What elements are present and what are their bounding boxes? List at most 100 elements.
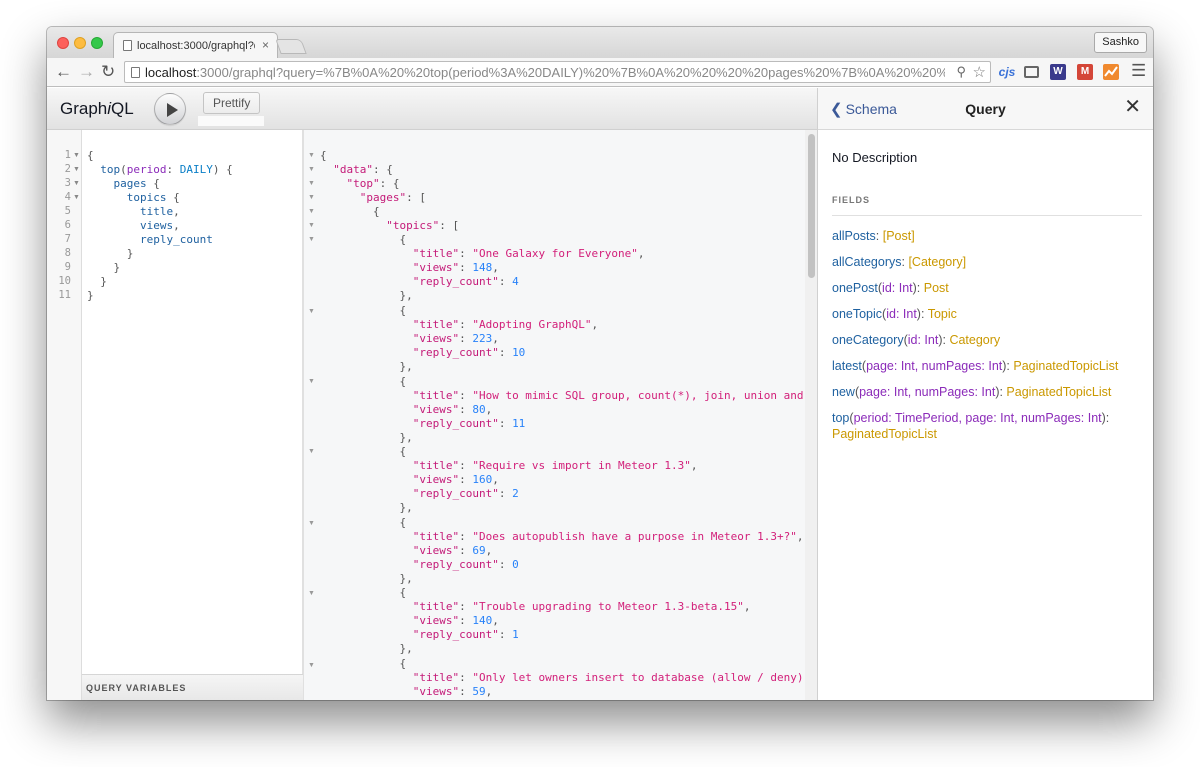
schema-back-link[interactable]: ❮ Schema xyxy=(830,100,897,118)
profile-button[interactable]: Sashko xyxy=(1094,32,1147,53)
doc-field-onePost[interactable]: onePost(id: Int): Post xyxy=(832,280,1142,296)
result-line: "title": "Require vs import in Meteor 1.… xyxy=(412,459,698,472)
fold-arrow-icon[interactable]: ▼ xyxy=(308,194,315,201)
doc-field-oneCategory[interactable]: oneCategory(id: Int): Category xyxy=(832,332,1142,348)
query-editor[interactable]: 1 2 3 4 5 6 7 8 9 10 11 ▼ ▼ ▼ ▼ { top(pe… xyxy=(47,130,303,700)
result-line: "views": 69, xyxy=(412,544,493,557)
line-number: 6 xyxy=(64,219,71,231)
doc-field-allCategorys[interactable]: allCategorys: [Category] xyxy=(832,254,1142,270)
cjs-extension-icon[interactable]: cjs xyxy=(997,64,1017,80)
close-window-button[interactable] xyxy=(57,37,69,49)
fold-arrow-icon[interactable]: ▼ xyxy=(308,308,315,315)
browser-tab[interactable]: localhost:3000/graphql?qu × xyxy=(113,32,278,59)
type-description: No Description xyxy=(832,150,918,165)
page-icon xyxy=(131,67,140,78)
forward-arrow-icon[interactable]: → xyxy=(78,62,95,82)
result-line: { xyxy=(320,205,380,218)
tab-strip: localhost:3000/graphql?qu × Sashko xyxy=(47,27,1153,59)
result-line: }, xyxy=(320,360,413,373)
doc-field-latest[interactable]: latest(page: Int, numPages: Int): Pagina… xyxy=(832,358,1142,374)
line-number-gutter: 1 2 3 4 5 6 7 8 9 10 11 ▼ ▼ ▼ ▼ xyxy=(47,130,82,700)
graphiql-topbar: GraphiQL Prettify xyxy=(47,88,817,130)
topic-reply-count-value: 2 xyxy=(512,487,519,500)
docs-explorer: Query ❮ Schema ✕ No Description FIELDS al… xyxy=(817,88,1153,700)
query-code-line: title, xyxy=(139,205,180,218)
result-line: { xyxy=(320,657,407,670)
result-line: }, xyxy=(320,431,413,444)
fold-arrow-icon[interactable]: ▼ xyxy=(308,236,315,243)
query-code-line: { xyxy=(87,149,94,162)
fold-arrow-icon[interactable]: ▼ xyxy=(308,180,315,187)
fold-arrow-icon[interactable]: ▼ xyxy=(308,208,315,215)
hamburger-menu-icon[interactable]: ☰ xyxy=(1131,61,1146,81)
gmail-extension-icon[interactable]: M xyxy=(1077,64,1093,80)
result-line: { xyxy=(320,149,327,162)
line-number: 7 xyxy=(64,233,71,245)
result-line: "top": { xyxy=(346,177,400,190)
doc-field-new[interactable]: new(page: Int, numPages: Int): Paginated… xyxy=(832,384,1142,400)
fold-arrow-icon[interactable]: ▼ xyxy=(308,448,315,455)
doc-field-allPosts[interactable]: allPosts: [Post] xyxy=(832,228,1142,244)
result-line: "views": 148, xyxy=(412,261,499,274)
star-icon[interactable]: ☆ xyxy=(973,63,986,81)
topic-views-value: 160 xyxy=(472,473,493,486)
minimize-window-button[interactable] xyxy=(74,37,86,49)
result-viewer: ▼ ▼ ▼ ▼ ▼ ▼ ▼ ▼ ▼ ▼ ▼ ▼ ▼ { "data": { "t… xyxy=(303,130,817,700)
query-code-line: } xyxy=(87,289,94,302)
address-bar[interactable]: localhost:3000/graphql?query=%7B%0A%20%2… xyxy=(124,61,991,83)
result-line: "views": 223, xyxy=(412,332,499,345)
play-icon xyxy=(167,103,178,117)
fold-arrow-icon[interactable]: ▼ xyxy=(73,166,80,173)
fold-arrow-icon[interactable]: ▼ xyxy=(308,378,315,385)
query-variables-toggle[interactable]: QUERY VARIABLES xyxy=(82,674,303,700)
query-code-line: views, xyxy=(139,219,180,232)
execute-query-button[interactable] xyxy=(154,93,186,125)
close-icon[interactable]: ✕ xyxy=(1124,97,1141,117)
fold-arrow-icon[interactable]: ▼ xyxy=(73,180,80,187)
result-line: "title": "Trouble upgrading to Meteor 1.… xyxy=(412,600,751,613)
reload-icon[interactable]: ↻ xyxy=(101,62,115,82)
w-extension-icon[interactable]: W xyxy=(1050,64,1066,80)
url-text[interactable]: localhost:3000/graphql?query=%7B%0A%20%2… xyxy=(145,65,945,80)
result-line: "reply_count": 2 xyxy=(412,487,519,500)
fold-arrow-icon[interactable]: ▼ xyxy=(308,152,315,159)
result-line: "reply_count": 10 xyxy=(412,346,526,359)
topic-title-value: "Only let owners insert to database (all… xyxy=(472,671,811,684)
topic-title-value: "Does autopublish have a purpose in Mete… xyxy=(472,530,797,543)
chevron-left-icon: ❮ xyxy=(830,101,843,118)
doc-field-oneTopic[interactable]: oneTopic(id: Int): Topic xyxy=(832,306,1142,322)
result-line: { xyxy=(320,445,407,458)
cast-icon[interactable] xyxy=(1024,66,1039,78)
tab-close-icon[interactable]: × xyxy=(262,38,269,52)
result-line: { xyxy=(320,375,407,388)
result-line: }, xyxy=(320,501,413,514)
fold-arrow-icon[interactable]: ▼ xyxy=(308,222,315,229)
result-scrollbar[interactable] xyxy=(805,130,817,700)
maximize-window-button[interactable] xyxy=(91,37,103,49)
result-line: "views": 140, xyxy=(412,614,499,627)
tab-title: localhost:3000/graphql?qu xyxy=(137,40,255,52)
topic-views-value: 59 xyxy=(472,685,486,698)
query-code-line: topics { xyxy=(126,191,180,204)
fold-arrow-icon[interactable]: ▼ xyxy=(308,662,315,669)
result-line: "views": 160, xyxy=(412,473,499,486)
zoom-icon[interactable]: ⚲ xyxy=(956,64,966,80)
fold-arrow-icon[interactable]: ▼ xyxy=(308,166,315,173)
doc-field-top[interactable]: top(period: TimePeriod, page: Int, numPa… xyxy=(832,410,1142,442)
topic-title-value: "How to mimic SQL group, count(*), join,… xyxy=(472,389,804,402)
fold-arrow-icon[interactable]: ▼ xyxy=(308,590,315,597)
chart-extension-icon[interactable] xyxy=(1103,64,1119,80)
fold-arrow-icon[interactable]: ▼ xyxy=(73,152,80,159)
line-number: 5 xyxy=(64,205,71,217)
docs-header: Query ❮ Schema ✕ xyxy=(818,88,1153,130)
line-number: 2 xyxy=(64,163,71,175)
scrollbar-thumb[interactable] xyxy=(808,134,815,278)
query-code-line: } xyxy=(100,275,107,288)
result-line: "topics": [ xyxy=(386,219,460,232)
result-line: "views": 80, xyxy=(412,403,493,416)
fold-arrow-icon[interactable]: ▼ xyxy=(73,194,80,201)
fold-arrow-icon[interactable]: ▼ xyxy=(308,520,315,527)
prettify-button[interactable]: Prettify xyxy=(203,92,261,114)
back-arrow-icon[interactable]: ← xyxy=(55,62,72,82)
new-tab-button[interactable] xyxy=(275,39,307,54)
